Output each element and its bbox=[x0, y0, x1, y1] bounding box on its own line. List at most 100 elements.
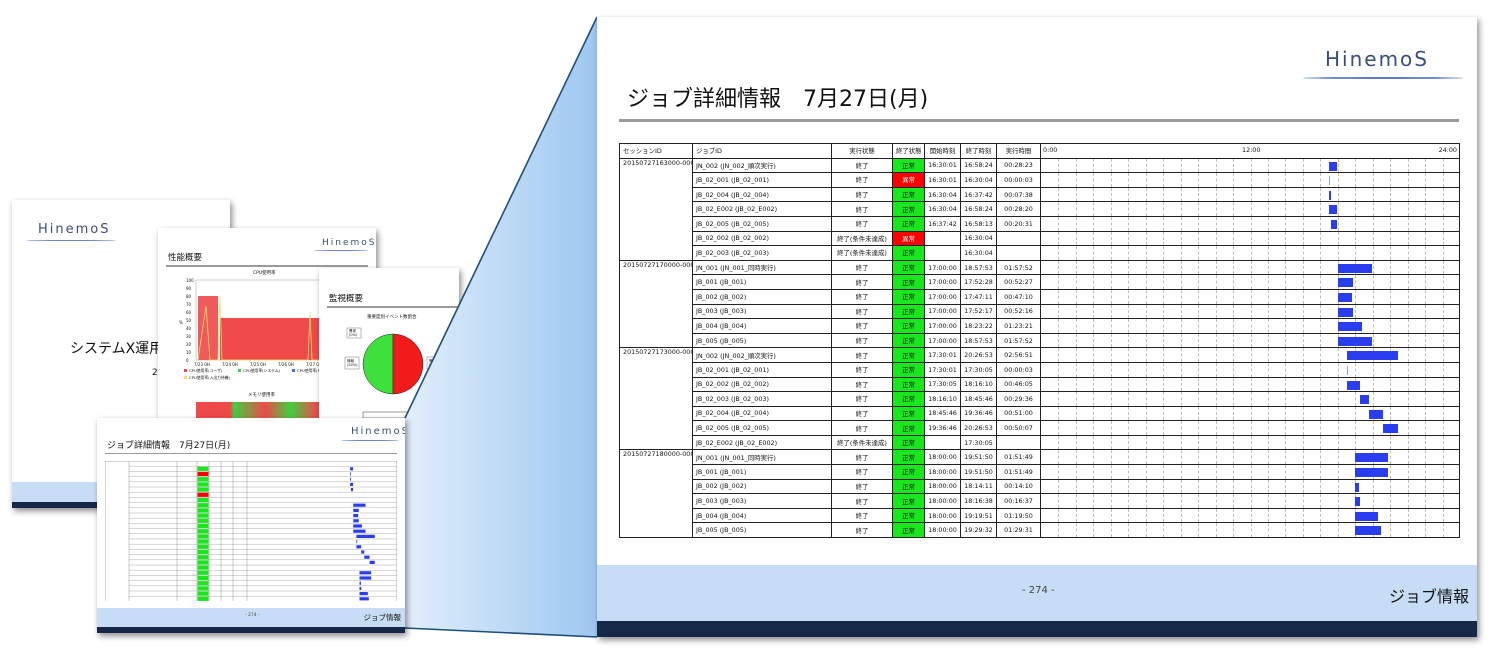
timeline-gridline bbox=[1425, 509, 1427, 522]
timeline-gridline bbox=[1128, 305, 1130, 318]
end-status-cell: 正常 bbox=[892, 288, 925, 305]
timeline-gridline bbox=[1075, 217, 1077, 231]
timeline-gridline bbox=[1372, 480, 1374, 493]
timeline-gridline bbox=[1180, 436, 1182, 449]
timeline-gridline bbox=[1250, 188, 1252, 201]
timeline-gridline bbox=[1372, 261, 1374, 274]
timeline-gridline bbox=[1215, 465, 1217, 479]
timeline-gridline bbox=[1250, 480, 1252, 493]
timeline-gridline bbox=[1337, 173, 1339, 187]
timeline-cell bbox=[1040, 464, 1460, 480]
run-status-cell: 終了 bbox=[831, 449, 893, 466]
timeline-gridline bbox=[1390, 246, 1392, 260]
timeline-gridline bbox=[1302, 275, 1304, 289]
timeline-gridline bbox=[1320, 363, 1322, 377]
timeline-gridline bbox=[1058, 261, 1060, 274]
timeline-gridline bbox=[1128, 421, 1130, 435]
job-detail-page-thumbnail: HinemoS ジョブ詳細情報 7月27日(月) - 274 - ジョブ情報 bbox=[97, 418, 405, 633]
timeline-gridline bbox=[1198, 261, 1200, 274]
timeline-gridline bbox=[1093, 509, 1095, 522]
timeline-gridline bbox=[1233, 290, 1235, 304]
timeline-gridline bbox=[1372, 494, 1374, 508]
timeline-gridline bbox=[1372, 377, 1374, 391]
timeline-gridline bbox=[1215, 173, 1217, 187]
timeline-gridline bbox=[1215, 334, 1217, 347]
timeline-gridline bbox=[1145, 319, 1147, 333]
timeline-gridline bbox=[1355, 421, 1357, 435]
table-row: 20150727170000-000 JN_001 (JN_001_同時実行) 終了… bbox=[619, 259, 1460, 349]
table-row: JB_005 (JB_005) 終了 正常 17:00:00 18:57:53 01:57… bbox=[620, 332, 1460, 349]
timeline-gridline bbox=[1355, 202, 1357, 216]
timeline-gridline bbox=[1093, 450, 1095, 464]
thumb-status-cell bbox=[197, 471, 209, 477]
table-row: JB_02_002 (JB_02_002) 終了 正常 17:30:05 18:16:1… bbox=[620, 376, 1460, 393]
timeline-gridline bbox=[1320, 202, 1322, 216]
timeline-gridline bbox=[1285, 407, 1287, 420]
timeline-gridline bbox=[1198, 392, 1200, 406]
timeline-gridline bbox=[1093, 436, 1095, 449]
job-id-cell: JN_002 (JN_002_順次実行) bbox=[692, 347, 832, 363]
timeline-gridline bbox=[1407, 261, 1409, 274]
timeline-gridline bbox=[1180, 202, 1182, 216]
timeline-gridline bbox=[1128, 275, 1130, 289]
end-time-cell: 17:30:05 bbox=[960, 361, 997, 378]
timeline-gridline bbox=[1110, 392, 1112, 406]
timeline-gridline bbox=[1407, 421, 1409, 435]
thumb-status-cell bbox=[197, 487, 209, 492]
timeline-gridline bbox=[1442, 334, 1444, 347]
timeline-gridline bbox=[1215, 407, 1217, 420]
timeline-gridline bbox=[1180, 261, 1182, 274]
timeline-gridline bbox=[1390, 436, 1392, 449]
timeline-gridline bbox=[1110, 334, 1112, 347]
timeline-bar bbox=[1355, 482, 1360, 492]
timeline-gridline bbox=[1058, 377, 1060, 391]
timeline-gridline bbox=[1128, 392, 1130, 406]
start-time-cell: 18:00:00 bbox=[924, 507, 961, 524]
timeline-bar bbox=[1355, 497, 1361, 507]
table-row: JB_002 (JB_002) 終了 正常 18:00:00 18:14:11 00:14… bbox=[620, 478, 1460, 495]
timeline-gridline bbox=[1372, 275, 1374, 289]
job-id-cell: JB_004 (JB_004) bbox=[692, 507, 832, 524]
timeline-gridline bbox=[1075, 363, 1077, 377]
job-id-cell: JB_003 (JB_003) bbox=[692, 493, 832, 509]
run-status-cell: 終了 bbox=[831, 391, 893, 407]
timeline-gridline bbox=[1267, 363, 1269, 377]
thumb-status-cell bbox=[197, 560, 209, 565]
timeline-gridline bbox=[1163, 363, 1165, 377]
timeline-gridline bbox=[1145, 523, 1147, 537]
end-time-cell: 19:51:50 bbox=[960, 449, 997, 466]
timeline-gridline bbox=[1425, 246, 1427, 260]
timeline-gridline bbox=[1442, 407, 1444, 420]
timeline-gridline bbox=[1372, 217, 1374, 231]
thumb-status-cell bbox=[197, 565, 209, 570]
table-row: JB_003 (JB_003) 終了 正常 18:00:00 18:16:38 00:16… bbox=[620, 493, 1460, 509]
run-status-cell: 終了(条件未達成) bbox=[831, 230, 893, 247]
timeline-bar bbox=[1329, 161, 1338, 171]
timeline-gridline bbox=[1285, 509, 1287, 522]
timeline-gridline bbox=[1075, 523, 1077, 537]
timeline-bar bbox=[1346, 380, 1360, 390]
run-status-cell: 終了 bbox=[831, 361, 893, 378]
timeline-gridline bbox=[1285, 275, 1287, 289]
end-time-cell: 17:47:11 bbox=[960, 288, 997, 305]
timeline-gridline bbox=[1128, 159, 1130, 172]
end-time-cell: 16:30:04 bbox=[960, 172, 997, 188]
timeline-gridline bbox=[1110, 523, 1112, 537]
timeline-gridline bbox=[1320, 261, 1322, 274]
timeline-gridline bbox=[1163, 275, 1165, 289]
timeline-gridline bbox=[1215, 348, 1217, 362]
timeline-gridline bbox=[1407, 217, 1409, 231]
timeline-gridline bbox=[1285, 377, 1287, 391]
run-status-cell: 終了 bbox=[831, 478, 893, 495]
timeline-gridline bbox=[1075, 436, 1077, 449]
table-row: 20150727163000-000 JN_002 (JN_002_順次実行) 終了… bbox=[619, 157, 1460, 261]
timeline-gridline bbox=[1355, 275, 1357, 289]
timeline-gridline bbox=[1215, 450, 1217, 464]
end-time-cell: 18:16:38 bbox=[960, 493, 997, 509]
thumb-timeline-bar bbox=[353, 514, 359, 518]
job-id-cell: JB_02_E002 (JB_02_E002) bbox=[692, 434, 832, 451]
timeline-gridline bbox=[1058, 392, 1060, 406]
timeline-gridline bbox=[1250, 509, 1252, 522]
timeline-gridline bbox=[1110, 232, 1112, 245]
timeline-gridline bbox=[1442, 392, 1444, 406]
